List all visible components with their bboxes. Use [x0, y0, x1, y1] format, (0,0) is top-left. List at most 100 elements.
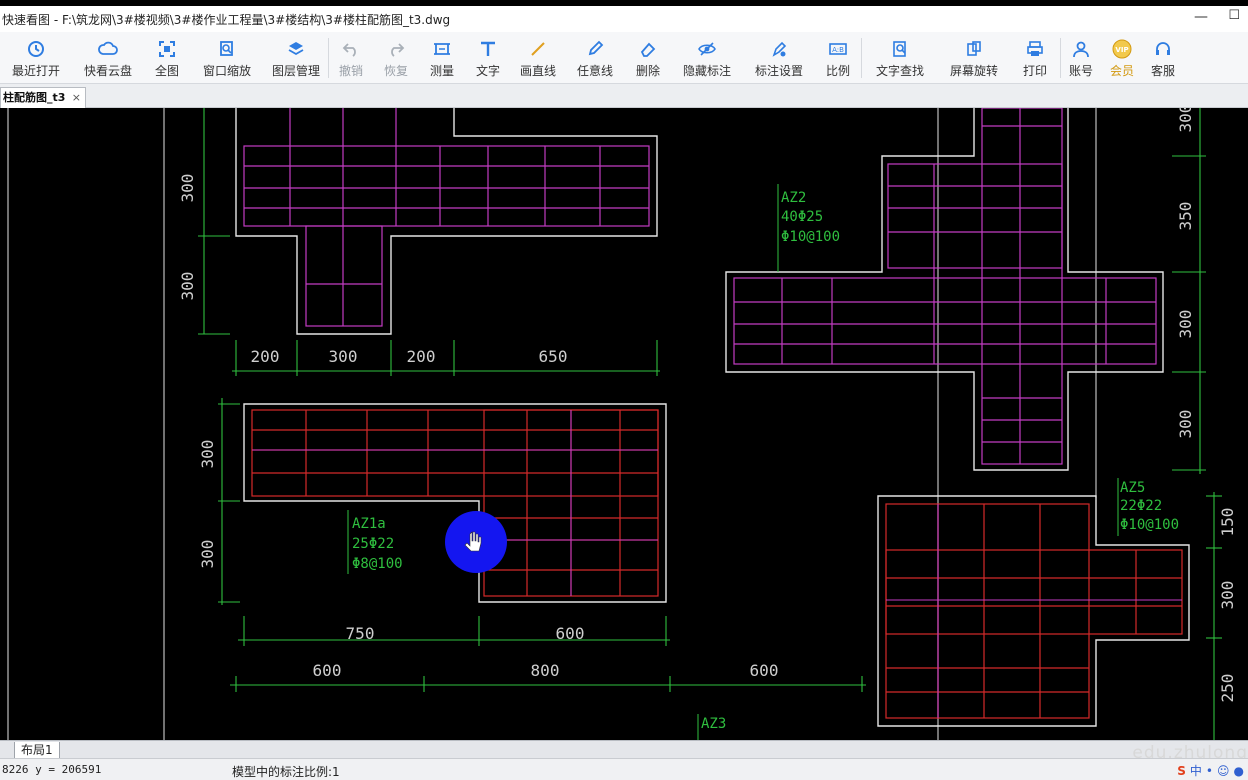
annot-settings-icon	[768, 38, 790, 60]
fullscreen-icon	[156, 38, 178, 60]
dim-text: 600	[313, 661, 342, 680]
label-az1a-name: AZ1a	[352, 516, 386, 532]
dim-text: 300	[1176, 108, 1195, 132]
window-title: 快速看图 - F:\筑龙网\3#楼视频\3#楼作业工程量\3#楼结构\3#楼柱配…	[2, 12, 451, 27]
text-button[interactable]: 文字	[465, 32, 511, 84]
rotate-icon	[963, 38, 985, 60]
annotation-settings-label: 标注设置	[754, 64, 803, 78]
printer-icon	[1024, 38, 1046, 60]
measure-button[interactable]: 测量	[419, 32, 465, 84]
dims-az1a	[218, 398, 866, 692]
user-icon	[1070, 38, 1092, 60]
ratio-label: 比例	[825, 64, 850, 78]
dim-text: 300	[178, 272, 197, 301]
text-search-button[interactable]: 文字查找	[862, 32, 938, 84]
undo-icon	[340, 38, 362, 60]
dim-text: 300	[1176, 310, 1195, 339]
svg-text:A:B: A:B	[832, 46, 844, 54]
dims-top-left	[198, 108, 660, 376]
draw-line-label: 画直线	[519, 64, 556, 78]
maximize-button[interactable]: ☐	[1228, 8, 1240, 23]
zoom-window-icon	[216, 38, 238, 60]
hide-annotation-button[interactable]: 隐藏标注	[671, 32, 743, 84]
dim-text: 200	[251, 347, 280, 366]
full-view-button[interactable]: 全图	[144, 32, 190, 84]
clock-icon	[25, 38, 47, 60]
annotation-settings-button[interactable]: 标注设置	[743, 32, 815, 84]
window-zoom-label: 窗口缩放	[202, 64, 251, 78]
window-zoom-button[interactable]: 窗口缩放	[190, 32, 264, 84]
minimize-button[interactable]: —	[1194, 9, 1208, 25]
headset-icon	[1152, 38, 1174, 60]
cloud-button[interactable]: 快看云盘	[72, 32, 144, 84]
ratio-icon: A:B	[827, 38, 849, 60]
label-az2-name: AZ2	[781, 190, 806, 206]
column-az1a	[243, 403, 667, 603]
dim-text: 600	[556, 624, 585, 643]
dim-text: 750	[346, 624, 375, 643]
freehand-button[interactable]: 任意线	[565, 32, 625, 84]
rotate-screen-button[interactable]: 屏幕旋转	[938, 32, 1010, 84]
dim-text: 200	[407, 347, 436, 366]
label-az5-rebar: 22Φ22	[1120, 498, 1162, 514]
layout-tab-bar: 布局1	[0, 740, 1248, 759]
redo-icon	[385, 38, 407, 60]
dim-text: 250	[1218, 674, 1237, 703]
service-label: 客服	[1150, 64, 1175, 78]
ratio-button[interactable]: A:B 比例	[815, 32, 861, 84]
vip-label: 会员	[1109, 64, 1134, 78]
print-button[interactable]: 打印	[1010, 32, 1060, 84]
dim-text: 300	[1176, 410, 1195, 439]
measure-icon	[431, 38, 453, 60]
undo-label: 撤销	[338, 64, 363, 78]
vip-button[interactable]: VIP 会员	[1101, 32, 1143, 84]
drawing-canvas[interactable]: 300 300 200 300 200 650 300 300 750 600 …	[0, 108, 1248, 740]
layout-tab[interactable]: 布局1	[14, 742, 60, 759]
status-bar: 8226 y = 206591 模型中的标注比例:1 S 中 • ☺ ●	[0, 758, 1248, 780]
dim-text: 300	[198, 440, 217, 469]
ime-mode-icon[interactable]: 中	[1190, 762, 1202, 779]
text-icon	[477, 38, 499, 60]
draw-line-button[interactable]: 画直线	[511, 32, 565, 84]
dim-text: 350	[1176, 202, 1195, 231]
dim-text: 800	[531, 661, 560, 680]
delete-button[interactable]: 删除	[625, 32, 671, 84]
microphone-icon[interactable]: ●	[1234, 764, 1244, 778]
document-tab-bar: 柱配筋图_t3 ×	[0, 84, 1248, 108]
drawing-svg: 300 300 200 300 200 650 300 300 750 600 …	[7, 108, 1237, 740]
svg-text:VIP: VIP	[1115, 46, 1128, 54]
layers-icon	[285, 38, 307, 60]
annotation-scale-text: 模型中的标注比例:1	[232, 765, 340, 779]
freehand-label: 任意线	[576, 64, 613, 78]
eraser-icon	[637, 38, 659, 60]
full-view-label: 全图	[154, 64, 179, 78]
service-button[interactable]: 客服	[1143, 32, 1183, 84]
cloud-label: 快看云盘	[83, 64, 132, 78]
cloud-icon	[97, 38, 119, 60]
dim-text: 150	[1218, 508, 1237, 537]
hide-annotation-label: 隐藏标注	[682, 64, 731, 78]
redo-button[interactable]: 恢复	[373, 32, 419, 84]
rotate-screen-label: 屏幕旋转	[949, 64, 998, 78]
account-label: 账号	[1068, 64, 1093, 78]
punctuation-icon[interactable]: •	[1206, 764, 1213, 778]
close-icon[interactable]: ×	[72, 88, 81, 107]
dim-text: 600	[750, 661, 779, 680]
eye-slash-icon	[696, 38, 718, 60]
undo-button[interactable]: 撤销	[329, 32, 373, 84]
label-az1a-rebar: 25Φ22	[352, 536, 394, 552]
delete-label: 删除	[635, 64, 660, 78]
layer-manage-button[interactable]: 图层管理	[264, 32, 328, 84]
emoji-icon[interactable]: ☺	[1217, 764, 1230, 778]
text-search-icon	[889, 38, 911, 60]
label-az2-rebar: 40Φ25	[781, 209, 823, 225]
account-button[interactable]: 账号	[1061, 32, 1101, 84]
label-az5-stirrup: Φ10@100	[1120, 517, 1179, 533]
dim-text: 300	[198, 540, 217, 569]
system-tray: S 中 • ☺ ●	[1177, 762, 1244, 779]
recent-open-button[interactable]: 最近打开	[0, 32, 72, 84]
column-top-left	[235, 108, 658, 335]
document-tab-label: 柱配筋图_t3	[3, 91, 66, 104]
document-tab[interactable]: 柱配筋图_t3 ×	[0, 87, 86, 108]
ime-s-icon[interactable]: S	[1177, 764, 1186, 778]
